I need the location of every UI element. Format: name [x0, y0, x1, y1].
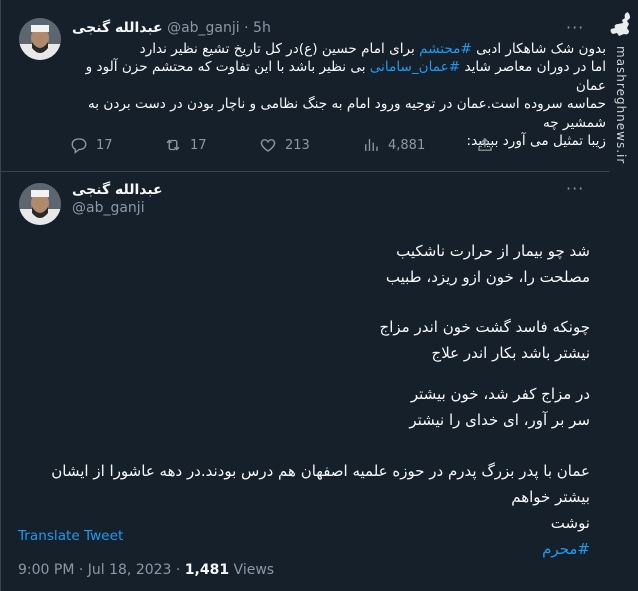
- reply-button[interactable]: 17: [70, 136, 113, 154]
- poem-stanza: چونکه فاسد گشت خون اندر مزاج نیشتر باشد …: [18, 314, 590, 366]
- reply-icon: [71, 138, 87, 154]
- tweet-actions: 17 17 213 4,881: [70, 136, 510, 156]
- retweet-count: 17: [190, 137, 207, 153]
- author-handle[interactable]: @ab_ganji: [167, 20, 240, 36]
- timestamp[interactable]: 5h: [253, 20, 271, 36]
- tweet-thread: عبدالله گنجی @ab_ganji · 5h ··· بدون شک …: [0, 0, 638, 591]
- retweet-button[interactable]: 17: [164, 136, 207, 154]
- watermark-site: mashreghnews.ir: [614, 46, 628, 165]
- view-count: 4,881: [388, 137, 426, 153]
- tweet-line: اما در دوران معاصر شاید #عمان_سامانی بی …: [70, 58, 606, 95]
- mashregh-logo: [610, 12, 630, 36]
- views-count: 1,481: [184, 562, 230, 578]
- translate-tweet-link[interactable]: Translate Tweet: [18, 528, 123, 544]
- tweet-meta: 9:00 PM · Jul 18, 2023 · 1,481 Views: [18, 562, 274, 578]
- like-count: 213: [285, 137, 310, 153]
- views-label: Views: [229, 562, 275, 578]
- tweet-paragraph: عمان با پدر بزرگ پدرم در حوزه علمیه اصفه…: [18, 458, 590, 562]
- share-button[interactable]: [476, 136, 494, 154]
- tweet-header: عبدالله گنجی @ab_ganji · 5h: [72, 20, 271, 36]
- poem-line: چونکه فاسد گشت خون اندر مزاج: [379, 318, 590, 336]
- timestamp[interactable]: 9:00 PM · Jul 18, 2023 ·: [18, 562, 185, 578]
- avatar[interactable]: [19, 18, 61, 60]
- paragraph-line: عمان با پدر بزرگ پدرم در حوزه علمیه اصفه…: [51, 462, 590, 506]
- text-span: برای امام حسین (ع)در کل تاریخ تشیع نظیر …: [139, 41, 420, 57]
- author-handle[interactable]: @ab_ganji: [72, 200, 145, 216]
- like-button[interactable]: 213: [259, 136, 310, 154]
- poem-line: سر بر آور، ای خدای را نیشتر: [409, 411, 590, 429]
- poem-line: در مزاج کفر شد، خون بیشتر: [410, 385, 590, 403]
- poem-stanza: در مزاج کفر شد، خون بیشتر سر بر آور، ای …: [18, 381, 590, 433]
- tweet-line: بدون شک شاهکار ادبی #محتشم برای امام حسی…: [70, 40, 606, 58]
- reply-count: 17: [96, 137, 113, 153]
- more-icon[interactable]: ···: [566, 18, 584, 37]
- retweet-icon: [166, 139, 180, 151]
- author-name[interactable]: عبدالله گنجی: [72, 20, 163, 36]
- views-icon: [365, 139, 378, 151]
- tweet-text: بدون شک شاهکار ادبی #محتشم برای امام حسی…: [70, 40, 606, 150]
- hashtag-link[interactable]: #عمان_سامانی: [370, 59, 460, 75]
- heart-icon: [260, 139, 276, 152]
- hashtag-link[interactable]: #محتشم: [419, 41, 472, 57]
- author-name[interactable]: عبدالله گنجی: [72, 182, 163, 198]
- separator: ·: [244, 20, 249, 36]
- text-span: اما در دوران معاصر شاید: [460, 59, 606, 76]
- poem-line: شد چو بیمار از حرارت ناشکیب: [396, 242, 590, 260]
- poem-line: نیشتر باشد بکار اندر علاج: [431, 344, 590, 362]
- more-icon[interactable]: ···: [566, 179, 584, 198]
- share-icon: [478, 138, 492, 151]
- views-button[interactable]: 4,881: [362, 136, 425, 154]
- watermark: mashreghnews.ir: [606, 0, 634, 591]
- tweet-divider: [0, 171, 610, 172]
- text-span: بدون شک شاهکار ادبی: [471, 41, 606, 57]
- parent-tweet[interactable]: عبدالله گنجی @ab_ganji · 5h ··· بدون شک …: [0, 0, 610, 171]
- poem-stanza: شد چو بیمار از حرارت ناشکیب مصلحت را، خو…: [18, 238, 590, 290]
- tweet-line: حماسه سروده است.عمان در توجیه ورود امام …: [87, 96, 606, 131]
- poem-line: مصلحت را، خون ازو ریزد، طبیب: [385, 268, 590, 286]
- avatar[interactable]: [19, 183, 61, 225]
